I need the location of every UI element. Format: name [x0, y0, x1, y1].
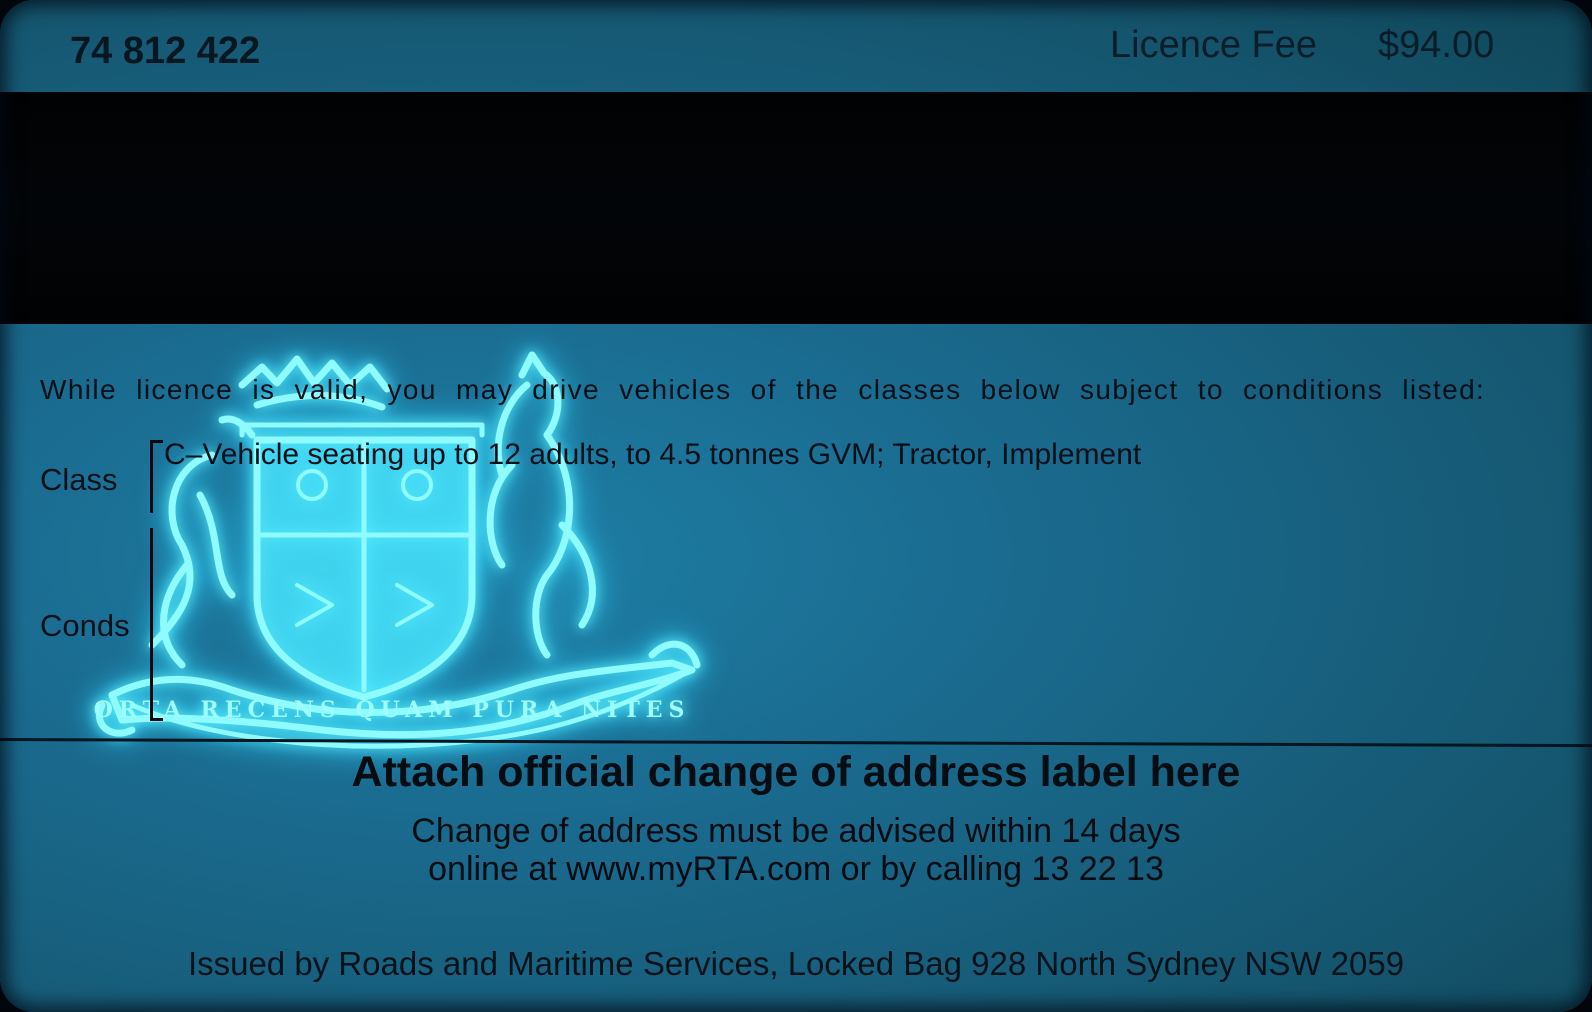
- class-bracket: [150, 440, 163, 513]
- coat-of-arms-motto: ORTA RECENS QUAM PURA NITES: [94, 697, 691, 723]
- licence-fee-label: Licence Fee: [1110, 24, 1318, 66]
- conds-label: Conds: [40, 608, 130, 643]
- coat-of-arms-icon: ORTA RECENS QUAM PURA NITES: [94, 351, 701, 749]
- magnetic-stripe: [0, 92, 1592, 324]
- licence-card-back: 74 812 422 Licence Fee $94.00 ORTA RECEN…: [0, 0, 1592, 1012]
- address-notice-line1: Change of address must be advised within…: [411, 812, 1181, 850]
- address-notice-line2: online at www.myRTA.com or by calling 13…: [428, 850, 1164, 888]
- issuer-text: Issued by Roads and Maritime Services, L…: [187, 945, 1405, 982]
- validity-statement: While licence is valid, you may drive ve…: [40, 374, 1486, 405]
- licence-fee-value: $94.00: [1378, 24, 1495, 66]
- class-value: C–Vehicle seating up to 12 adults, to 4.…: [164, 438, 1142, 471]
- card-number: 74 812 422: [70, 30, 261, 72]
- address-label-title: Attach official change of address label …: [351, 748, 1241, 796]
- class-label: Class: [40, 462, 118, 497]
- conds-bracket: [150, 528, 163, 721]
